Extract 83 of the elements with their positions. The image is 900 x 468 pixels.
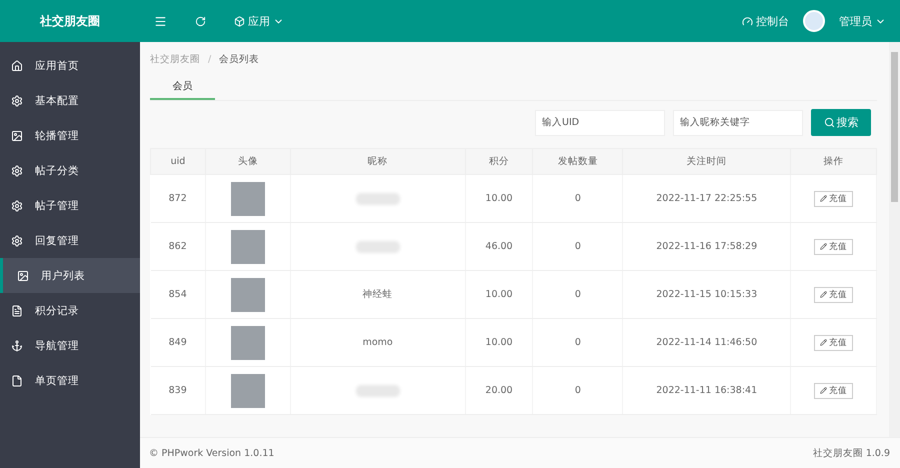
document-icon	[11, 304, 23, 316]
refresh-icon	[195, 16, 206, 26]
search-icon	[824, 117, 834, 128]
search-button[interactable]: 搜索	[811, 109, 871, 136]
table-cell: 2022-11-11 16:38:41	[622, 366, 791, 414]
table-cell: 0	[532, 222, 623, 270]
table-cell: 0	[532, 318, 623, 366]
user-menu-button[interactable]: 管理员	[825, 14, 900, 28]
gear-icon	[11, 234, 23, 246]
column-header: 积分	[465, 148, 533, 174]
avatar-photo-placeholder	[230, 230, 265, 264]
scrollbar[interactable]	[889, 42, 900, 437]
table-cell: 神经蛙	[290, 270, 466, 318]
table-cell: 854	[150, 270, 206, 318]
user-avatar[interactable]	[803, 10, 825, 32]
console-link[interactable]: 控制台	[728, 14, 803, 28]
pencil-icon	[820, 243, 828, 250]
table-cell: 2022-11-17 22:25:55	[622, 174, 791, 222]
app-menu-button[interactable]: 应用	[220, 14, 298, 28]
table-cell: 872	[150, 174, 206, 222]
recharge-button[interactable]: 充值	[814, 334, 854, 350]
gauge-icon	[742, 16, 753, 26]
column-header: 关注时间	[622, 148, 791, 174]
column-header: 昵称	[290, 148, 466, 174]
pencil-icon	[820, 339, 828, 346]
table-cell: 20.00	[465, 366, 533, 414]
table-cell: 10.00	[465, 270, 533, 318]
recharge-button[interactable]: 充值	[814, 382, 854, 398]
nickname-input-field[interactable]: 输入昵称关键字	[673, 110, 803, 136]
table-cell: 10.00	[465, 318, 533, 366]
avatar-photo-placeholder	[230, 374, 265, 408]
uid-input-field[interactable]: 输入UID	[535, 110, 665, 136]
table-cell: 0	[532, 270, 623, 318]
table-cell: momo	[290, 318, 466, 366]
image-icon	[11, 130, 23, 142]
gear-icon	[11, 164, 23, 176]
cube-icon	[234, 16, 245, 26]
sidebar-item[interactable]: 导航管理	[0, 328, 140, 363]
anchor-icon	[11, 340, 23, 352]
footer-app-version-text: 社交朋友圈 1.0.9	[812, 446, 890, 460]
pencil-icon	[820, 291, 828, 298]
pencil-icon	[820, 387, 828, 394]
table-cell: 2022-11-16 17:58:29	[622, 222, 791, 270]
sidebar-item[interactable]: 回复管理	[0, 223, 140, 258]
file-icon	[11, 374, 23, 386]
recharge-button[interactable]: 充值	[814, 286, 854, 302]
sidebar-item[interactable]: 用户列表	[0, 258, 140, 293]
sidebar-item[interactable]: 帖子管理	[0, 188, 140, 223]
table-cell: 0	[532, 174, 623, 222]
breadcrumb-separator: /	[208, 54, 212, 64]
sidebar-item[interactable]: 单页管理	[0, 363, 140, 398]
sidebar-item[interactable]: 应用首页	[0, 48, 140, 83]
avatar-photo-placeholder	[230, 182, 265, 216]
avatar-photo-placeholder	[230, 278, 265, 312]
brand-title: 社交朋友圈	[38, 12, 101, 30]
gear-icon	[11, 200, 23, 212]
tab[interactable]: 会员	[150, 76, 215, 100]
pencil-icon	[820, 195, 828, 202]
sidebar-item[interactable]: 积分记录	[0, 293, 140, 328]
sidebar-item[interactable]: 基本配置	[0, 83, 140, 118]
column-header: 头像	[205, 148, 290, 174]
column-header: 操作	[790, 148, 876, 174]
table-cell: 839	[150, 366, 206, 414]
image-icon	[17, 270, 29, 282]
gear-icon	[11, 94, 23, 106]
recharge-button[interactable]: 充值	[814, 190, 854, 206]
avatar-photo-placeholder	[230, 326, 265, 360]
recharge-button[interactable]: 充值	[814, 238, 854, 254]
sidebar-item[interactable]: 帖子分类	[0, 153, 140, 188]
column-header: uid	[150, 148, 206, 174]
table-cell: 862	[150, 222, 206, 270]
table-cell: 849	[150, 318, 206, 366]
menu-icon	[154, 14, 167, 28]
table-cell: 0	[532, 366, 623, 414]
home-icon	[11, 60, 23, 72]
sidebar-item[interactable]: 轮播管理	[0, 118, 140, 153]
table-cell: 10.00	[465, 174, 533, 222]
column-header: 发帖数量	[532, 148, 623, 174]
breadcrumb-link[interactable]: 会员列表	[219, 52, 260, 66]
footer-version-text: © PHPwork Version 1.0.11	[149, 448, 274, 458]
table-cell: 2022-11-15 10:15:33	[622, 270, 791, 318]
table-cell: 46.00	[465, 222, 533, 270]
table-cell: 2022-11-14 11:46:50	[622, 318, 791, 366]
